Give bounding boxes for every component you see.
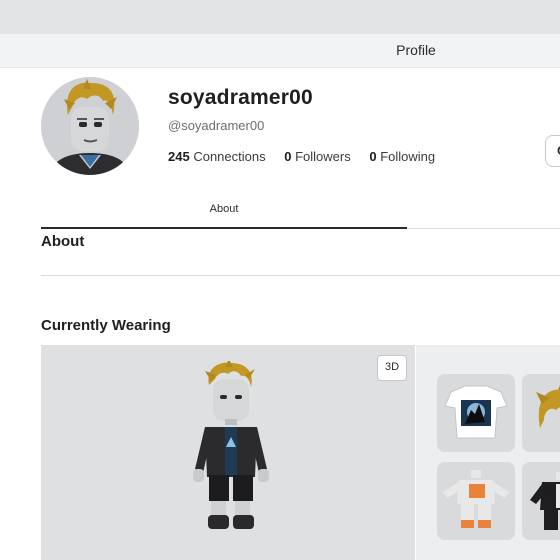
connections-stat[interactable]: 245 Connections bbox=[168, 149, 266, 164]
orange-outfit-icon bbox=[437, 462, 515, 540]
avatar[interactable] bbox=[41, 77, 139, 175]
connections-count: 245 bbox=[168, 149, 190, 164]
item-hair[interactable] bbox=[522, 374, 560, 452]
toggle-3d-button[interactable]: 3D bbox=[377, 355, 407, 381]
avatar-figure-icon bbox=[193, 361, 269, 529]
followers-count: 0 bbox=[284, 149, 292, 164]
black-outfit-icon bbox=[522, 462, 560, 540]
profile-stats: 245 Connections 0 Followers 0 Following bbox=[168, 149, 450, 164]
item-wolf-shirt[interactable] bbox=[437, 374, 515, 452]
connections-label: Connections bbox=[193, 149, 266, 164]
page-title: Profile bbox=[396, 42, 436, 58]
page-header: Profile bbox=[0, 34, 560, 68]
username-handle: @soyadramer00 bbox=[168, 118, 265, 133]
followers-label: Followers bbox=[295, 149, 351, 164]
browser-top-bar bbox=[0, 0, 560, 34]
worn-items-grid bbox=[416, 345, 560, 560]
item-orange-outfit[interactable] bbox=[437, 462, 515, 540]
tab-divider bbox=[407, 228, 560, 229]
hair-icon bbox=[522, 374, 560, 452]
currently-wearing-heading: Currently Wearing bbox=[41, 317, 171, 334]
wolf-shirt-icon bbox=[437, 374, 515, 452]
display-name: soyadramer00 bbox=[168, 86, 313, 109]
tab-about[interactable]: About bbox=[41, 196, 407, 230]
following-stat[interactable]: 0 Following bbox=[369, 149, 435, 164]
avatar-viewer[interactable]: 3D bbox=[41, 345, 415, 560]
following-count: 0 bbox=[369, 149, 377, 164]
section-divider bbox=[41, 275, 560, 276]
avatar-headshot-icon bbox=[41, 77, 139, 175]
following-label: Following bbox=[380, 149, 436, 164]
followers-stat[interactable]: 0 Followers bbox=[284, 149, 350, 164]
profile-action-button[interactable]: C bbox=[545, 135, 560, 167]
item-black-outfit[interactable] bbox=[522, 462, 560, 540]
tab-active-indicator bbox=[41, 227, 407, 229]
about-heading: About bbox=[41, 233, 85, 250]
